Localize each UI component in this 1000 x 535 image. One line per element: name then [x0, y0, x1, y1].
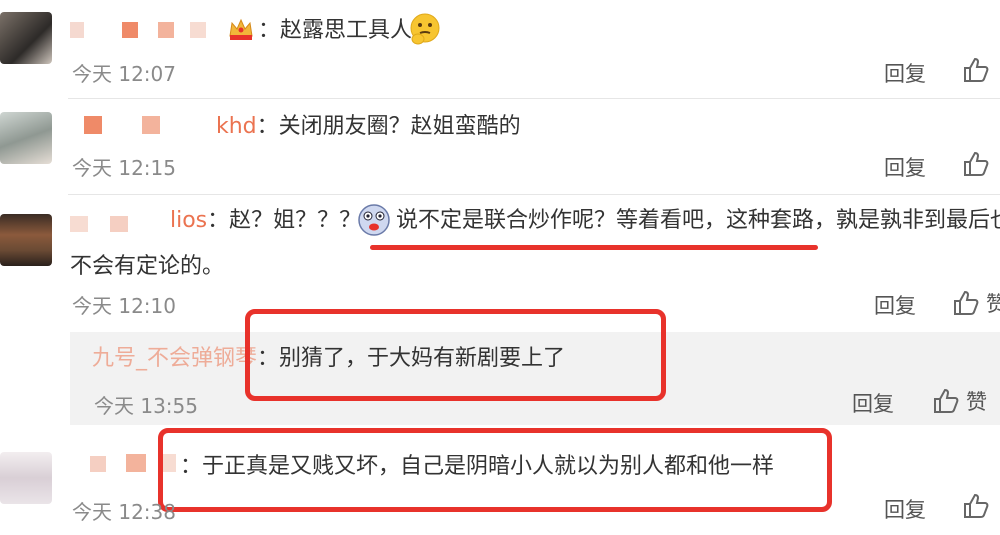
- red-underline-annotation: [370, 245, 818, 250]
- username[interactable]: 九号_不会弹钢琴: [92, 346, 257, 371]
- like-button[interactable]: [962, 56, 990, 84]
- red-box-annotation: [245, 309, 666, 401]
- reply-button[interactable]: 回复: [884, 152, 926, 182]
- comment-time: 今天 12:38: [72, 500, 176, 524]
- comment-text: ：赵露思工具人: [258, 18, 413, 43]
- like-button[interactable]: 赞: [952, 288, 1000, 318]
- comment-text-line2: 不会有定论的。: [70, 254, 225, 279]
- comment-time: 今天 13:55: [94, 394, 198, 418]
- comment-time: 今天 12:07: [72, 62, 176, 86]
- like-label: 赞: [966, 390, 987, 414]
- comment-time: 今天 12:10: [72, 294, 176, 318]
- thumbs-up-icon: [964, 493, 989, 518]
- thumbs-up-icon: [954, 290, 979, 315]
- username-blurred[interactable]: [70, 20, 220, 42]
- username-blurred[interactable]: [70, 214, 170, 236]
- thinking-emoji-icon: [408, 12, 442, 50]
- red-box-annotation: [158, 428, 832, 512]
- avatar[interactable]: [0, 452, 52, 504]
- reply-button[interactable]: 回复: [884, 494, 926, 524]
- comment-text: lios：赵？姐？？？: [170, 208, 362, 233]
- thumbs-up-icon: [934, 388, 959, 413]
- like-label: 赞: [986, 292, 1000, 316]
- like-button[interactable]: [962, 492, 990, 520]
- reply-button[interactable]: 回复: [884, 58, 926, 88]
- crown-badge-icon: [226, 14, 256, 48]
- reply-button[interactable]: 回复: [852, 388, 894, 418]
- avatar[interactable]: [0, 112, 52, 164]
- reply-button[interactable]: 回复: [874, 290, 916, 320]
- comment-text: khd：关闭朋友圈？赵姐蛮酷的: [216, 114, 521, 139]
- comment-time: 今天 12:15: [72, 156, 176, 180]
- divider: [68, 98, 1000, 99]
- comment-text-continued: 说不定是联合炒作呢？等着看吧，这种套路，孰是孰非到最后也: [396, 208, 1000, 233]
- thumbs-up-icon: [964, 57, 989, 82]
- thumbs-up-icon: [964, 151, 989, 176]
- dizzy-emoji-icon: [356, 202, 392, 242]
- avatar[interactable]: [0, 214, 52, 266]
- like-button[interactable]: [962, 150, 990, 178]
- divider: [68, 194, 1000, 195]
- like-button[interactable]: 赞: [932, 386, 987, 416]
- username-blurred[interactable]: [70, 114, 220, 136]
- avatar[interactable]: [0, 12, 52, 64]
